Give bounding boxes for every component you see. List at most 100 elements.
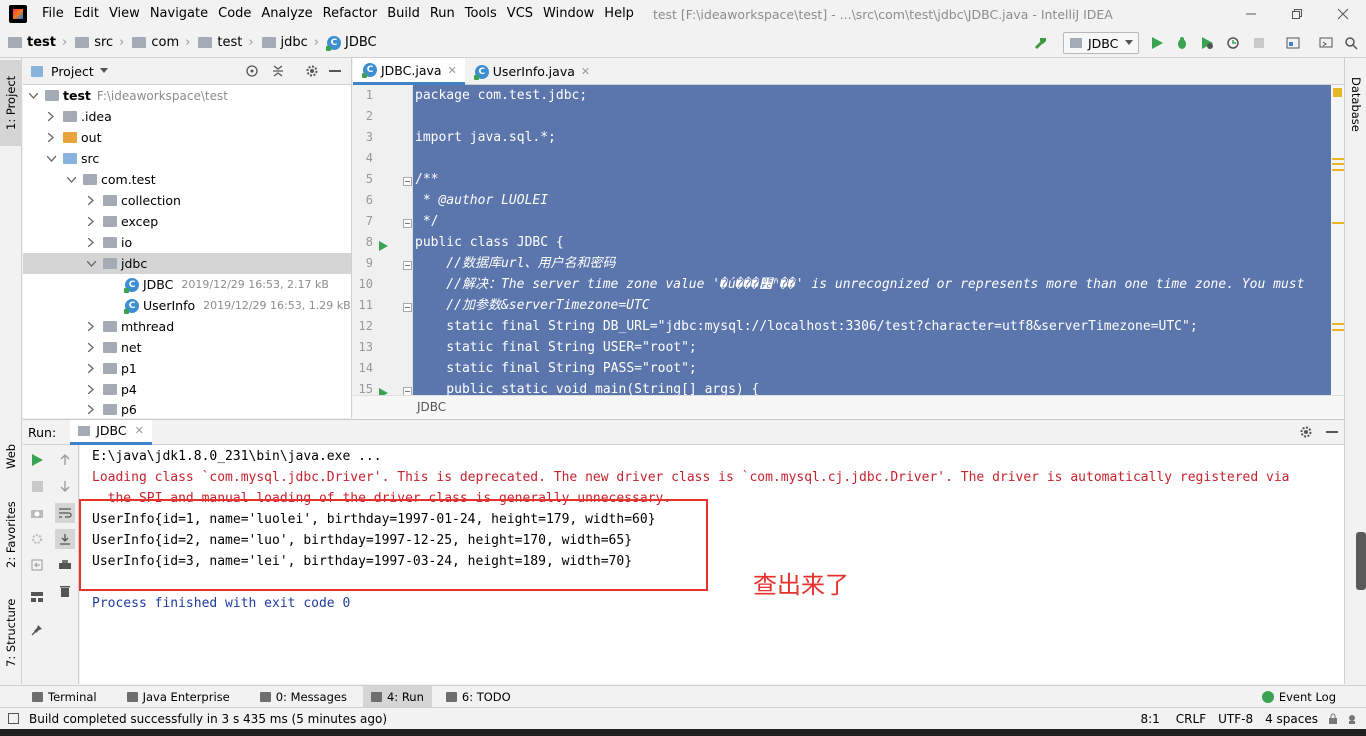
indent-setting[interactable]: 4 spaces <box>1265 712 1318 726</box>
console-scrollbar[interactable] <box>1356 532 1366 590</box>
breadcrumb-src[interactable]: src › <box>71 28 128 58</box>
error-stripe[interactable] <box>1331 85 1344 395</box>
messages-tool-button[interactable]: 0: Messages <box>252 686 355 708</box>
tree-item[interactable]: p4 <box>23 379 351 400</box>
code-editor[interactable]: package com.test.jdbc; import java.sql.*… <box>413 85 1331 395</box>
restore-layout-icon[interactable] <box>27 555 47 575</box>
menu-analyze[interactable]: Analyze <box>256 0 317 28</box>
menu-vcs[interactable]: VCS <box>502 0 538 28</box>
status-message[interactable]: Build completed successfully in 3 s 435 … <box>29 712 387 726</box>
tree-item[interactable]: com.test <box>23 169 351 190</box>
favorites-tool-tab[interactable]: 2: Favorites <box>0 490 22 580</box>
gear-icon[interactable] <box>305 64 319 78</box>
scroll-down-icon[interactable] <box>55 476 75 496</box>
restore-icon[interactable] <box>1274 0 1320 28</box>
scroll-up-icon[interactable] <box>55 450 75 470</box>
presentation-icon[interactable] <box>1315 33 1337 53</box>
tree-root[interactable]: test F:\ideaworkspace\test <box>23 85 351 106</box>
close-tab-icon[interactable]: ✕ <box>581 65 590 78</box>
fold-icon[interactable] <box>403 303 412 312</box>
menu-file[interactable]: File <box>37 0 69 28</box>
close-tab-icon[interactable]: ✕ <box>448 64 457 77</box>
run-tab-jdbc[interactable]: JDBC ✕ <box>70 419 152 445</box>
fold-icon[interactable] <box>403 261 412 270</box>
tree-item[interactable]: net <box>23 337 351 358</box>
tree-file[interactable]: C UserInfo 2019/12/29 16:53, 1.29 kB <box>23 295 351 316</box>
breadcrumb-project[interactable]: test › <box>0 28 71 58</box>
debug-icon[interactable] <box>1171 33 1193 53</box>
project-structure-icon[interactable] <box>1282 33 1304 53</box>
profile-icon[interactable] <box>1222 33 1244 53</box>
chevron-down-icon[interactable] <box>99 68 108 74</box>
toggle-tool-windows-icon[interactable] <box>8 713 19 724</box>
warning-mark[interactable] <box>1332 222 1344 224</box>
warning-mark[interactable] <box>1332 329 1344 331</box>
caret-position[interactable]: 8:1 <box>1140 712 1159 726</box>
hide-panel-icon[interactable] <box>329 70 341 74</box>
search-everywhere-icon[interactable] <box>1340 33 1362 53</box>
run-icon[interactable] <box>1146 33 1168 53</box>
menu-code[interactable]: Code <box>213 0 256 28</box>
menu-window[interactable]: Window <box>538 0 599 28</box>
close-tab-icon[interactable]: ✕ <box>135 424 144 437</box>
inspector-icon[interactable] <box>1346 713 1358 725</box>
menu-run[interactable]: Run <box>425 0 460 28</box>
hide-panel-icon[interactable] <box>1326 431 1338 435</box>
breadcrumb-jdbc[interactable]: jdbc › <box>258 28 323 58</box>
warning-mark[interactable] <box>1332 158 1344 160</box>
event-log-button[interactable]: Event Log <box>1254 686 1344 708</box>
fold-icon[interactable] <box>403 177 412 186</box>
tab-userinfo-java[interactable]: C UserInfo.java ✕ <box>465 58 598 85</box>
breadcrumb-class[interactable]: C JDBC <box>323 28 381 58</box>
menu-build[interactable]: Build <box>382 0 425 28</box>
project-view-selector[interactable]: Project <box>51 64 94 79</box>
fold-icon[interactable] <box>403 387 412 395</box>
warning-mark[interactable] <box>1332 163 1344 165</box>
menu-tools[interactable]: Tools <box>460 0 502 28</box>
java-enterprise-tool-button[interactable]: Java Enterprise <box>119 686 238 708</box>
stop-icon[interactable] <box>27 476 47 496</box>
menu-navigate[interactable]: Navigate <box>145 0 213 28</box>
tree-item[interactable]: io <box>23 232 351 253</box>
lock-icon[interactable] <box>1328 713 1338 725</box>
soft-wrap-icon[interactable] <box>55 503 75 523</box>
gear-icon[interactable] <box>1299 425 1313 439</box>
run-gutter-icon[interactable] <box>379 388 388 395</box>
warning-indicator-icon[interactable] <box>1333 88 1342 97</box>
pin-icon[interactable] <box>27 620 47 640</box>
tree-item[interactable]: excep <box>23 211 351 232</box>
build-hammer-icon[interactable] <box>1030 33 1052 53</box>
layout-icon[interactable] <box>27 587 47 607</box>
run-tool-button[interactable]: 4: Run <box>362 685 432 708</box>
todo-tool-button[interactable]: 6: TODO <box>438 686 519 708</box>
menu-edit[interactable]: Edit <box>69 0 104 28</box>
coverage-icon[interactable] <box>1196 33 1218 53</box>
terminal-tool-button[interactable]: Terminal <box>24 686 105 708</box>
run-gutter-icon[interactable] <box>379 241 388 251</box>
warning-mark[interactable] <box>1332 323 1344 325</box>
breadcrumb-com[interactable]: com › <box>128 28 194 58</box>
breadcrumb-test[interactable]: test › <box>194 28 257 58</box>
tree-item[interactable]: p6 <box>23 400 351 418</box>
print-icon[interactable] <box>55 555 75 575</box>
close-icon[interactable] <box>1320 0 1366 28</box>
trash-icon[interactable] <box>55 581 75 601</box>
tree-item[interactable]: p1 <box>23 358 351 379</box>
tree-item[interactable]: collection <box>23 190 351 211</box>
camera-icon[interactable] <box>27 503 47 523</box>
line-separator[interactable]: CRLF <box>1176 712 1206 726</box>
minimize-icon[interactable] <box>1228 0 1274 28</box>
rerun-icon[interactable] <box>27 450 47 470</box>
file-encoding[interactable]: UTF-8 <box>1218 712 1253 726</box>
scroll-to-end-icon[interactable] <box>55 529 75 549</box>
menu-refactor[interactable]: Refactor <box>318 0 383 28</box>
tree-item[interactable]: mthread <box>23 316 351 337</box>
fold-icon[interactable] <box>403 219 412 228</box>
tree-file[interactable]: C JDBC 2019/12/29 16:53, 2.17 kB <box>23 274 351 295</box>
editor-breadcrumb[interactable]: JDBC <box>353 395 1344 419</box>
tree-item[interactable]: .idea <box>23 106 351 127</box>
run-configuration-select[interactable]: JDBC <box>1063 32 1139 54</box>
stop-icon[interactable] <box>1248 33 1270 53</box>
tree-item-selected[interactable]: jdbc <box>23 253 351 274</box>
project-tool-tab[interactable]: 1: Project <box>0 60 22 146</box>
